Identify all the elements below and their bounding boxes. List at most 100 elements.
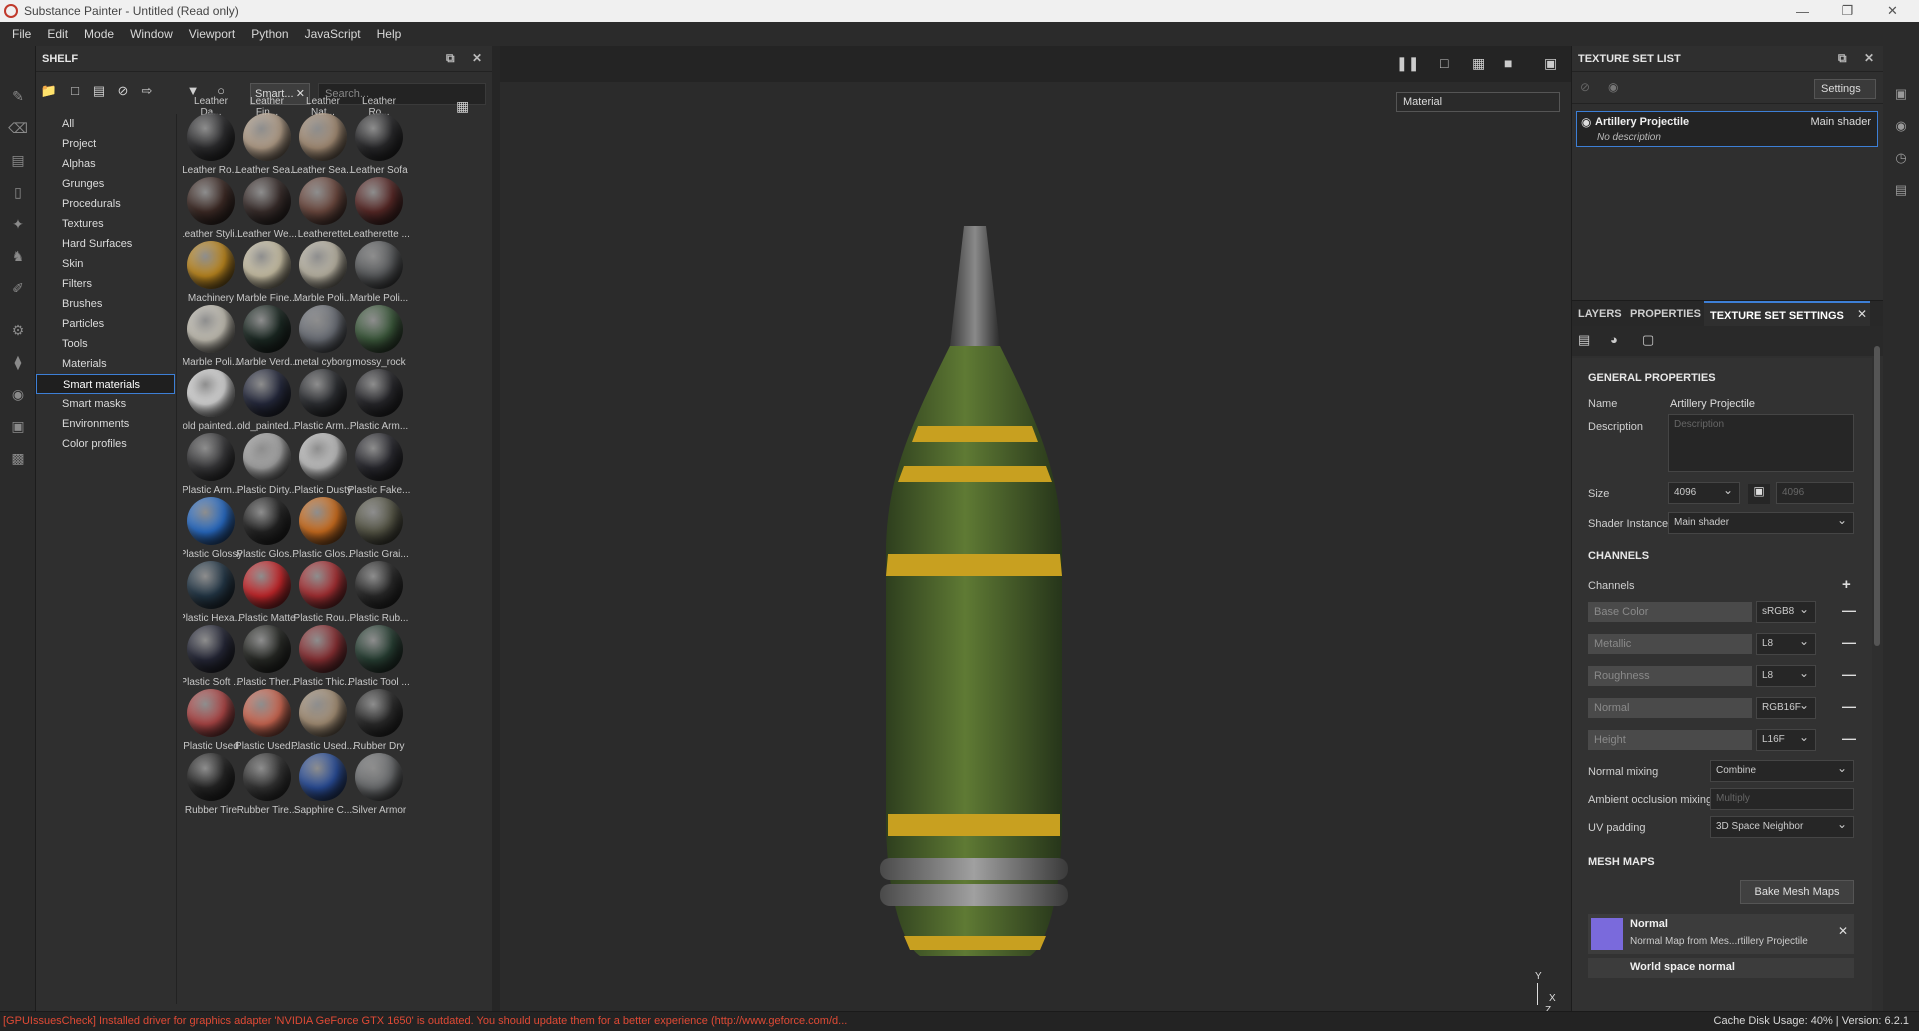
shader-instance-select[interactable]: Main shader: [1668, 510, 1854, 534]
projection-icon[interactable]: ▤: [8, 150, 28, 170]
settings-scrollbar[interactable]: [1874, 346, 1880, 646]
clone-icon[interactable]: ♞: [8, 246, 28, 266]
new-file-icon[interactable]: □: [66, 83, 84, 101]
tool-strip: ✎ ⌫ ▤ ▯ ✦ ♞ ✐ ⚙ ⧫ ◉ ▣ ▩: [0, 46, 36, 1011]
tab-texture-set-settings[interactable]: TEXTURE SET SETTINGS: [1704, 301, 1870, 327]
bake-mesh-maps-button[interactable]: Bake Mesh Maps: [1740, 880, 1854, 904]
menu-python[interactable]: Python: [243, 27, 296, 41]
list-icon[interactable]: ▤: [90, 83, 108, 101]
texture-set-icon[interactable]: ▤: [1578, 332, 1590, 348]
category-brushes[interactable]: Brushes: [36, 294, 176, 314]
menu-javascript[interactable]: JavaScript: [297, 27, 369, 41]
plugin-icon[interactable]: ◉: [8, 384, 28, 404]
category-grunges[interactable]: Grunges: [36, 174, 176, 194]
visibility-eye-icon[interactable]: ◉: [1581, 115, 1591, 129]
material-preview-sphere: [299, 369, 347, 417]
hide-all-icon[interactable]: ⊘: [1580, 80, 1590, 94]
category-tools[interactable]: Tools: [36, 334, 176, 354]
close-tab-icon[interactable]: ✕: [1857, 307, 1867, 321]
close-panel-icon[interactable]: ✕: [472, 51, 482, 65]
remove-channel-icon[interactable]: —: [1842, 698, 1856, 714]
viewport[interactable]: ❚❚ □ ▦ ■ ▣ Material Y X: [500, 46, 1571, 1016]
channel-format-select[interactable]: L16F: [1756, 727, 1816, 751]
menu-edit[interactable]: Edit: [39, 27, 76, 41]
bake-icon[interactable]: ⧫: [8, 352, 28, 372]
category-skin[interactable]: Skin: [36, 254, 176, 274]
mesh-map-title: Normal: [1630, 918, 1668, 930]
float-panel-icon[interactable]: ⧉: [1838, 51, 1847, 66]
channel-format-select[interactable]: RGB16F: [1756, 695, 1816, 719]
folder-icon[interactable]: 📁: [40, 83, 58, 101]
tab-properties[interactable]: PROPERTIES: [1630, 301, 1701, 327]
category-project[interactable]: Project: [36, 134, 176, 154]
mesh-map-item[interactable]: Normal Normal Map from Mes...rtillery Pr…: [1588, 914, 1854, 954]
category-particles[interactable]: Particles: [36, 314, 176, 334]
channel-format-select[interactable]: L8: [1756, 663, 1816, 687]
polygon-fill-icon[interactable]: ▯: [8, 182, 28, 202]
material-preview-sphere: [243, 305, 291, 353]
tab-layers[interactable]: LAYERS: [1578, 301, 1622, 327]
remove-channel-icon[interactable]: —: [1842, 666, 1856, 682]
category-hard-surfaces[interactable]: Hard Surfaces: [36, 234, 176, 254]
eye-icon[interactable]: ◉: [1608, 80, 1618, 94]
texture-set-settings: GENERAL PROPERTIES Name Artillery Projec…: [1572, 358, 1872, 1011]
name-value[interactable]: Artillery Projectile: [1670, 398, 1755, 410]
shader-icon[interactable]: ◕: [1610, 332, 1618, 347]
hide-icon[interactable]: ⊘: [114, 83, 132, 101]
import-icon[interactable]: ⇨: [138, 83, 156, 101]
normal-mixing-select[interactable]: Combine: [1710, 758, 1854, 782]
minimize-icon[interactable]: —: [1780, 0, 1825, 22]
category-textures[interactable]: Textures: [36, 214, 176, 234]
menu-window[interactable]: Window: [122, 27, 181, 41]
category-all[interactable]: All: [36, 114, 176, 134]
menu-mode[interactable]: Mode: [76, 27, 122, 41]
category-color-profiles[interactable]: Color profiles: [36, 434, 176, 454]
remove-channel-icon[interactable]: —: [1842, 730, 1856, 746]
texture-set-item[interactable]: ◉ Artillery Projectile Main shader No de…: [1576, 111, 1878, 147]
uv-icon[interactable]: ▢: [1642, 332, 1654, 348]
channel-format-select[interactable]: L8: [1756, 631, 1816, 655]
paint-brush-icon[interactable]: ✎: [8, 86, 28, 106]
remove-channel-icon[interactable]: —: [1842, 634, 1856, 650]
category-alphas[interactable]: Alphas: [36, 154, 176, 174]
category-materials[interactable]: Materials: [36, 354, 176, 374]
environment-icon[interactable]: ◉: [1893, 118, 1909, 134]
description-field[interactable]: Description: [1668, 414, 1854, 472]
close-window-icon[interactable]: ✕: [1870, 0, 1915, 22]
photoshop-icon[interactable]: ▣: [8, 416, 28, 436]
material-preview-sphere: [243, 369, 291, 417]
material-preview-sphere: [187, 113, 235, 161]
float-panel-icon[interactable]: ⧉: [446, 51, 455, 66]
menu-help[interactable]: Help: [369, 27, 410, 41]
remove-mesh-map-icon[interactable]: ✕: [1838, 924, 1848, 938]
lock-icon[interactable]: ▣: [1748, 484, 1770, 504]
mesh-map-item[interactable]: World space normal: [1588, 958, 1854, 978]
menu-file[interactable]: File: [4, 27, 39, 41]
category-filters[interactable]: Filters: [36, 274, 176, 294]
close-panel-icon[interactable]: ✕: [1864, 51, 1874, 65]
category-procedurals[interactable]: Procedurals: [36, 194, 176, 214]
material-preview-sphere: [355, 689, 403, 737]
history-icon[interactable]: ◷: [1893, 150, 1909, 166]
gpu-warning-message[interactable]: [GPUIssuesCheck] Installed driver for gr…: [3, 1012, 847, 1031]
channel-format-select[interactable]: sRGB8: [1756, 599, 1816, 623]
restore-icon[interactable]: ❐: [1825, 0, 1870, 22]
settings-gear-icon[interactable]: ⚙: [8, 320, 28, 340]
category-environments[interactable]: Environments: [36, 414, 176, 434]
eraser-icon[interactable]: ⌫: [8, 118, 28, 138]
size-select[interactable]: 4096: [1668, 480, 1740, 504]
remove-channel-icon[interactable]: —: [1842, 602, 1856, 618]
color-picker-icon[interactable]: ✐: [8, 278, 28, 298]
log-icon[interactable]: ▤: [1893, 182, 1909, 198]
settings-dropdown[interactable]: Settings: [1814, 79, 1876, 99]
grid-view-icon[interactable]: ▦: [456, 98, 469, 115]
add-channel-icon[interactable]: +: [1842, 576, 1851, 593]
material-thumbnail[interactable]: Silver Armor: [345, 753, 413, 831]
display-settings-icon[interactable]: ▣: [1893, 86, 1909, 102]
menu-viewport[interactable]: Viewport: [181, 27, 243, 41]
category-smart-masks[interactable]: Smart masks: [36, 394, 176, 414]
category-smart-materials[interactable]: Smart materials: [36, 374, 175, 394]
export-icon[interactable]: ▩: [8, 448, 28, 468]
smudge-icon[interactable]: ✦: [8, 214, 28, 234]
uv-padding-select[interactable]: 3D Space Neighbor: [1710, 814, 1854, 838]
